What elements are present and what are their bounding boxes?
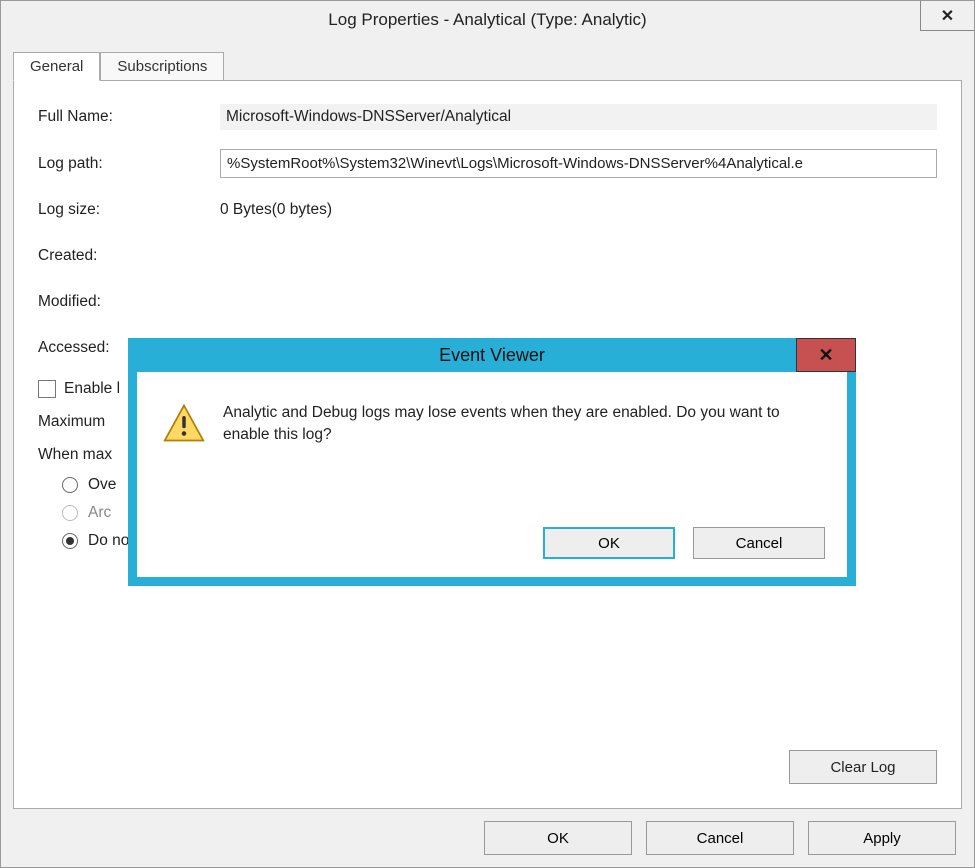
full-name-label: Full Name:: [38, 108, 220, 126]
row-created: Created:: [38, 242, 937, 270]
tabstrip: General Subscriptions: [13, 52, 962, 81]
row-log-size: Log size: 0 Bytes(0 bytes): [38, 196, 937, 224]
tab-general[interactable]: General: [13, 52, 100, 81]
apply-button[interactable]: Apply: [808, 821, 956, 855]
log-path-input[interactable]: %SystemRoot%\System32\Winevt\Logs\Micros…: [220, 149, 937, 178]
log-size-value: 0 Bytes(0 bytes): [220, 201, 937, 219]
window-footer: OK Cancel Apply: [1, 809, 974, 867]
dialog-close-button[interactable]: ✕: [796, 338, 856, 372]
created-label: Created:: [38, 247, 220, 265]
enable-logging-checkbox[interactable]: [38, 380, 56, 398]
dialog-title: Event Viewer: [439, 345, 545, 366]
row-log-path: Log path: %SystemRoot%\System32\Winevt\L…: [38, 149, 937, 178]
max-size-label: Maximum: [38, 413, 105, 431]
row-modified: Modified:: [38, 288, 937, 316]
radio-no-overwrite[interactable]: [62, 533, 78, 549]
full-name-value: Microsoft-Windows-DNSServer/Analytical: [220, 104, 937, 130]
tab-subscriptions[interactable]: Subscriptions: [100, 52, 224, 81]
dialog-titlebar[interactable]: Event Viewer ✕: [128, 338, 856, 372]
close-icon: ✕: [818, 345, 833, 366]
dialog-message: Analytic and Debug logs may lose events …: [223, 402, 821, 447]
log-path-label: Log path:: [38, 155, 220, 173]
event-viewer-dialog: Event Viewer ✕ Analytic and Debug logs m…: [128, 338, 856, 586]
radio-archive: [62, 505, 78, 521]
window-titlebar[interactable]: Log Properties - Analytical (Type: Analy…: [1, 1, 974, 39]
radio-overwrite-label: Ove: [88, 476, 116, 494]
ok-button[interactable]: OK: [484, 821, 632, 855]
radio-overwrite[interactable]: [62, 477, 78, 493]
window-title: Log Properties - Analytical (Type: Analy…: [328, 10, 646, 30]
window-close-button[interactable]: ✕: [920, 1, 974, 31]
radio-archive-label: Arc: [88, 504, 111, 522]
enable-logging-label: Enable l: [64, 380, 120, 398]
warning-icon: [163, 402, 205, 444]
cancel-button[interactable]: Cancel: [646, 821, 794, 855]
log-size-label: Log size:: [38, 201, 220, 219]
modified-label: Modified:: [38, 293, 220, 311]
row-full-name: Full Name: Microsoft-Windows-DNSServer/A…: [38, 103, 937, 131]
close-icon: ✕: [941, 6, 954, 26]
clear-log-button[interactable]: Clear Log: [789, 750, 937, 784]
dialog-body: Analytic and Debug logs may lose events …: [137, 372, 847, 447]
dialog-footer: OK Cancel: [543, 527, 825, 559]
dialog-ok-button[interactable]: OK: [543, 527, 675, 559]
dialog-cancel-button[interactable]: Cancel: [693, 527, 825, 559]
